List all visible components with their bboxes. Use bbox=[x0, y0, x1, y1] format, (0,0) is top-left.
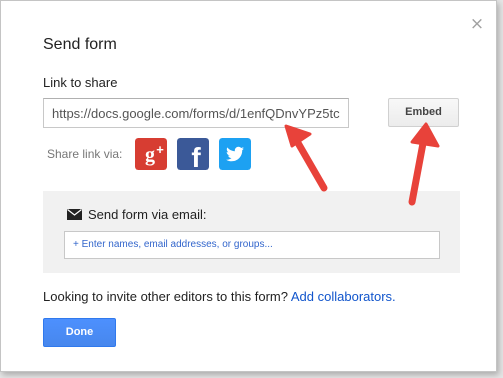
dialog-title: Send form bbox=[43, 36, 117, 53]
invite-editors-text: Looking to invite other editors to this … bbox=[43, 289, 396, 304]
svg-text:g: g bbox=[145, 144, 155, 166]
google-plus-icon[interactable]: g + bbox=[135, 138, 167, 170]
twitter-icon[interactable] bbox=[219, 138, 251, 170]
envelope-icon bbox=[67, 209, 82, 220]
embed-button[interactable]: Embed bbox=[388, 98, 459, 127]
invite-question: Looking to invite other editors to this … bbox=[43, 289, 288, 304]
share-link-input[interactable] bbox=[43, 98, 349, 128]
add-collaborators-link[interactable]: Add collaborators. bbox=[291, 289, 396, 304]
svg-text:f: f bbox=[191, 142, 201, 170]
svg-text:+: + bbox=[156, 142, 164, 157]
email-recipients-input[interactable]: + Enter names, email addresses, or group… bbox=[64, 231, 440, 259]
done-button[interactable]: Done bbox=[43, 318, 116, 347]
facebook-icon[interactable]: f bbox=[177, 138, 209, 170]
send-form-dialog bbox=[0, 0, 497, 372]
share-link-via-label: Share link via: bbox=[47, 147, 123, 161]
close-icon[interactable]: × bbox=[469, 16, 485, 33]
send-via-email-label: Send form via email: bbox=[88, 207, 207, 222]
link-to-share-label: Link to share bbox=[43, 75, 118, 90]
